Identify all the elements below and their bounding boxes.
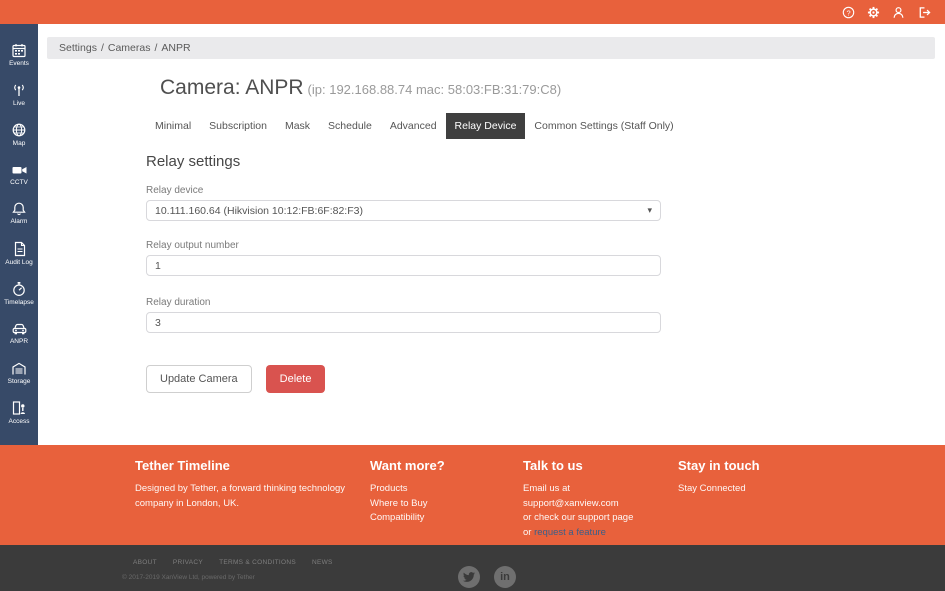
footer-support-page-text: or check our support page: [523, 511, 673, 526]
calendar-icon: [11, 43, 27, 58]
sidebar-item-anpr[interactable]: ANPR: [0, 321, 38, 345]
footer-col-want-more: Want more? Products Where to Buy Compati…: [370, 458, 510, 526]
sidebar-item-label: Live: [13, 100, 25, 107]
twitter-icon: [463, 571, 475, 583]
car-icon: [11, 321, 28, 336]
breadcrumb-cameras[interactable]: Cameras: [108, 42, 151, 54]
breadcrumb: Settings / Cameras / ANPR: [47, 37, 935, 59]
sidebar-item-label: Timelapse: [4, 299, 34, 306]
bottom-links: ABOUT PRIVACY TERMS & CONDITIONS NEWS: [133, 559, 333, 566]
bottom-link-privacy[interactable]: PRIVACY: [173, 559, 203, 566]
stopwatch-icon: [11, 281, 27, 297]
footer-title: Tether Timeline: [135, 458, 370, 473]
sidebar-item-access[interactable]: Access: [0, 400, 38, 425]
logout-icon[interactable]: [917, 6, 931, 19]
footer: Tether Timeline Designed by Tether, a fo…: [0, 445, 945, 545]
sidebar-item-timelapse[interactable]: Timelapse: [0, 281, 38, 306]
help-icon[interactable]: ?: [842, 6, 855, 19]
breadcrumb-settings[interactable]: Settings: [59, 42, 97, 54]
tab-schedule[interactable]: Schedule: [319, 113, 381, 139]
relay-output-input[interactable]: [146, 255, 661, 276]
copyright-text: © 2017-2019 XanView Ltd, powered by Teth…: [122, 574, 255, 581]
bottom-link-terms[interactable]: TERMS & CONDITIONS: [219, 559, 296, 566]
tab-advanced[interactable]: Advanced: [381, 113, 446, 139]
sidebar-item-audit-log[interactable]: Audit Log: [0, 241, 38, 266]
tab-minimal[interactable]: Minimal: [146, 113, 200, 139]
footer-description: Designed by Tether, a forward thinking t…: [135, 482, 370, 511]
garage-icon: [11, 361, 27, 376]
breadcrumb-separator: /: [101, 42, 104, 54]
relay-duration-label: Relay duration: [146, 297, 661, 308]
twitter-button[interactable]: [458, 566, 480, 588]
globe-icon: [11, 122, 27, 138]
sidebar-item-label: CCTV: [10, 179, 28, 186]
page-title: Camera: ANPR: [160, 76, 304, 99]
caret-down-icon: ▾: [647, 205, 652, 216]
footer-col-talk-to-us: Talk to us Email us at support@xanview.c…: [523, 458, 673, 541]
sidebar-item-label: Storage: [8, 378, 31, 385]
relay-device-label: Relay device: [146, 185, 661, 196]
tab-common-settings[interactable]: Common Settings (Staff Only): [525, 113, 682, 139]
relay-device-select[interactable]: 10.111.160.64 (Hikvision 10:12:FB:6F:82:…: [146, 200, 661, 221]
footer-col-stay-in-touch: Stay in touch Stay Connected: [678, 458, 828, 497]
footer-link-compatibility[interactable]: Compatibility: [370, 511, 510, 526]
breadcrumb-current: ANPR: [161, 42, 190, 54]
page-subtitle: (ip: 192.168.88.74 mac: 58:03:FB:31:79:C…: [308, 82, 562, 97]
footer-link-where-to-buy[interactable]: Where to Buy: [370, 497, 510, 512]
relay-device-value: 10.111.160.64 (Hikvision 10:12:FB:6F:82:…: [155, 205, 363, 217]
tab-mask[interactable]: Mask: [276, 113, 319, 139]
breadcrumb-separator: /: [154, 42, 157, 54]
social-icons: in: [458, 566, 516, 588]
sidebar-item-label: Access: [9, 418, 30, 425]
broadcast-icon: [11, 83, 27, 98]
sidebar-item-label: Map: [13, 140, 26, 147]
sidebar-item-storage[interactable]: Storage: [0, 361, 38, 385]
svg-text:?: ?: [846, 8, 850, 17]
sidebar-item-label: Alarm: [11, 218, 28, 225]
settings-icon[interactable]: [867, 6, 880, 19]
door-person-icon: [11, 400, 27, 416]
footer-title: Stay in touch: [678, 458, 828, 473]
sidebar-item-live[interactable]: Live: [0, 83, 38, 107]
footer-or-text: or: [523, 527, 534, 538]
linkedin-button[interactable]: in: [494, 566, 516, 588]
section-title: Relay settings: [146, 153, 661, 170]
main-content: Settings / Cameras / ANPR Camera: ANPR (i…: [38, 24, 945, 445]
footer-email-link[interactable]: support@xanview.com: [523, 497, 673, 512]
relay-duration-input[interactable]: [146, 312, 661, 333]
top-bar: ?: [0, 0, 945, 24]
footer-title: Want more?: [370, 458, 510, 473]
sidebar-item-map[interactable]: Map: [0, 122, 38, 147]
linkedin-icon: in: [500, 571, 510, 583]
tab-bar: Minimal Subscription Mask Schedule Advan…: [146, 113, 661, 139]
footer-request-feature-link[interactable]: request a feature: [534, 527, 606, 538]
footer-stay-connected: Stay Connected: [678, 482, 828, 497]
bell-icon: [11, 201, 27, 216]
update-camera-button[interactable]: Update Camera: [146, 365, 252, 393]
footer-title: Talk to us: [523, 458, 673, 473]
footer-col-tether-timeline: Tether Timeline Designed by Tether, a fo…: [135, 458, 370, 511]
bottom-link-news[interactable]: NEWS: [312, 559, 333, 566]
video-camera-icon: [11, 163, 28, 177]
tab-subscription[interactable]: Subscription: [200, 113, 276, 139]
footer-link-products[interactable]: Products: [370, 482, 510, 497]
footer-email-intro: Email us at: [523, 482, 673, 497]
relay-output-label: Relay output number: [146, 240, 661, 251]
user-icon[interactable]: [892, 6, 905, 19]
sidebar-item-label: ANPR: [10, 338, 28, 345]
sidebar-item-alarm[interactable]: Alarm: [0, 201, 38, 225]
bottom-link-about[interactable]: ABOUT: [133, 559, 157, 566]
sidebar-item-label: Audit Log: [5, 259, 32, 266]
sidebar-item-cctv[interactable]: CCTV: [0, 163, 38, 186]
sidebar-item-label: Events: [9, 60, 29, 67]
sidebar-item-events[interactable]: Events: [0, 43, 38, 67]
tab-relay-device[interactable]: Relay Device: [446, 113, 526, 139]
sidebar: Events Live Map CCTV Alarm: [0, 24, 38, 445]
delete-button[interactable]: Delete: [266, 365, 326, 393]
document-icon: [12, 241, 27, 257]
